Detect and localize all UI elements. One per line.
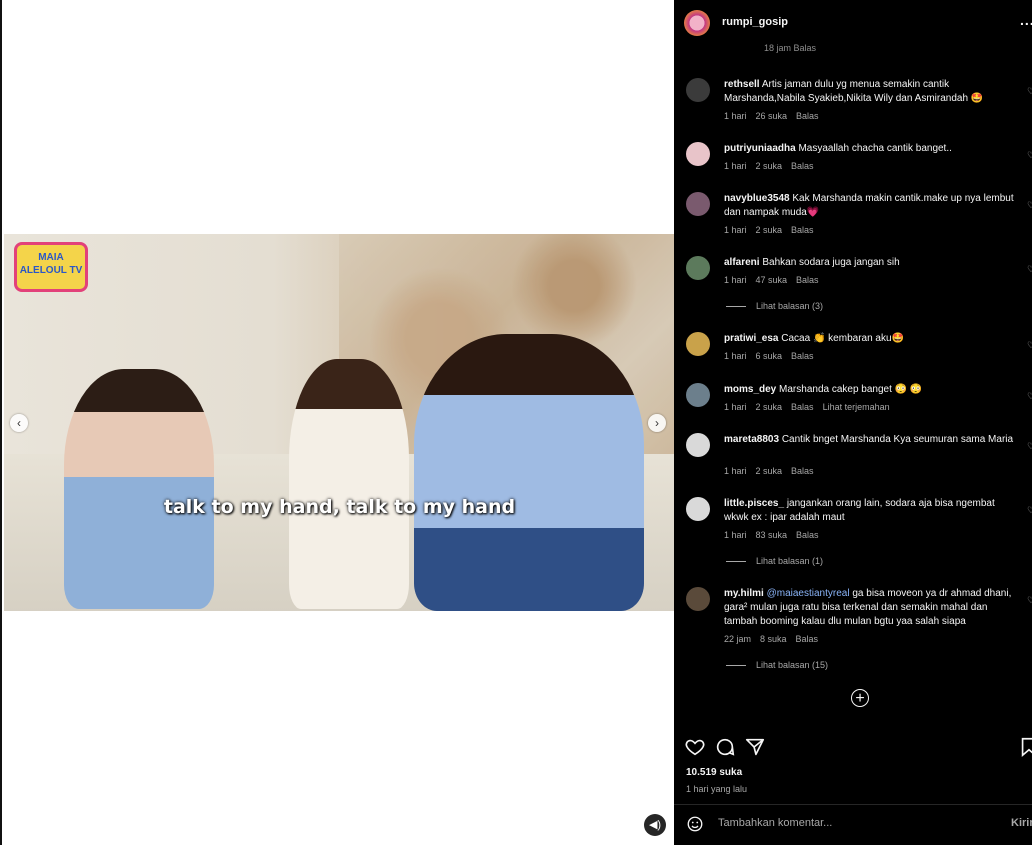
comment-button[interactable]: [714, 736, 736, 758]
like-button[interactable]: [684, 736, 706, 758]
comment-username[interactable]: pratiwi_esa: [724, 333, 778, 344]
avatar[interactable]: [686, 383, 710, 407]
reply-button[interactable]: Balas: [791, 161, 814, 171]
like-comment-heart-icon[interactable]: ♡: [1027, 340, 1032, 351]
comment-username[interactable]: navyblue3548: [724, 193, 790, 204]
comment-username[interactable]: putriyuniaadha: [724, 143, 796, 154]
more-options-icon[interactable]: ...: [1020, 12, 1032, 28]
like-comment-heart-icon[interactable]: ♡: [1027, 264, 1032, 275]
comments-panel: rumpi_gosip ... 18 jam Balas rethsell Ar…: [674, 0, 1032, 845]
post-date: 1 hari yang lalu: [686, 784, 748, 794]
comment-meta: 1 hari 26 suka Balas: [724, 111, 819, 121]
comment-meta: 1 hari 83 suka Balas: [724, 530, 819, 540]
comment-text: Cantik bnget Marshanda Kya seumuran sama…: [781, 434, 1014, 445]
post-comment-button[interactable]: Kirim: [1011, 817, 1032, 829]
paper-plane-icon: [745, 738, 765, 756]
comment-username[interactable]: mareta8803: [724, 434, 779, 445]
video-subtitle: talk to my hand, talk to my hand: [163, 496, 516, 518]
comment-meta: 1 hari 2 suka Balas: [724, 225, 814, 235]
avatar[interactable]: [686, 332, 710, 356]
reply-button[interactable]: Balas: [791, 466, 814, 476]
smiley-icon: [687, 816, 703, 832]
like-comment-heart-icon[interactable]: ♡: [1027, 441, 1032, 452]
reply-button[interactable]: Balas: [791, 402, 814, 412]
comment-username[interactable]: moms_dey: [724, 384, 776, 395]
bookmark-icon: [1021, 737, 1032, 758]
speaker-icon: ◀): [648, 819, 662, 831]
prev-slide-button[interactable]: ‹: [10, 414, 28, 432]
reply-button[interactable]: Balas: [796, 275, 819, 285]
avatar[interactable]: [686, 497, 710, 521]
like-comment-heart-icon[interactable]: ♡: [1027, 595, 1032, 606]
reply-button[interactable]: Balas: [796, 530, 819, 540]
translate-button[interactable]: Lihat terjemahan: [823, 402, 890, 412]
mute-button[interactable]: ◀): [644, 814, 666, 836]
comment-meta: 1 hari 47 suka Balas: [724, 275, 819, 285]
partial-comment-meta: 18 jam Balas: [764, 43, 817, 53]
like-comment-heart-icon[interactable]: ♡: [1027, 150, 1032, 161]
comment-text: Bahkan sodara juga jangan sih: [762, 257, 900, 268]
author-avatar[interactable]: [684, 10, 710, 36]
share-button[interactable]: [744, 736, 766, 758]
avatar[interactable]: [686, 433, 710, 457]
comment-username[interactable]: little.pisces_: [724, 498, 784, 509]
channel-logo: MAIA ALELOUL TV: [14, 242, 88, 292]
comment-username[interactable]: rethsell: [724, 79, 760, 90]
comment-meta: 1 hari 2 suka Balas: [724, 161, 814, 171]
avatar[interactable]: [686, 78, 710, 102]
heart-icon: [685, 739, 705, 756]
comment-text: Cacaa 👏 kembaran aku🤩: [781, 333, 904, 344]
divider: [674, 804, 1032, 805]
emoji-button[interactable]: [686, 815, 704, 833]
person-middle: [289, 359, 409, 609]
author-username[interactable]: rumpi_gosip: [722, 16, 788, 28]
comment-icon: [716, 738, 735, 756]
person-left: [64, 369, 214, 609]
avatar[interactable]: [686, 256, 710, 280]
next-slide-button[interactable]: ›: [648, 414, 666, 432]
reply-button[interactable]: Balas: [796, 634, 819, 644]
comment-text: Masyaallah chacha cantik banget..: [798, 143, 952, 154]
comment-input[interactable]: [716, 816, 970, 830]
person-right: [414, 334, 644, 611]
media-viewer: MAIA ALELOUL TV talk to my hand, talk to…: [0, 0, 675, 845]
like-comment-heart-icon[interactable]: ♡: [1027, 200, 1032, 211]
video-player[interactable]: MAIA ALELOUL TV talk to my hand, talk to…: [4, 234, 675, 611]
view-replies-button[interactable]: Lihat balasan (3): [726, 301, 823, 311]
comment-meta: 22 jam 8 suka Balas: [724, 634, 819, 644]
view-replies-button[interactable]: Lihat balasan (15): [726, 660, 828, 670]
comment-meta: 1 hari 6 suka Balas: [724, 351, 814, 361]
plus-circle-icon: +: [855, 690, 865, 707]
reply-button[interactable]: Balas: [791, 351, 814, 361]
like-comment-heart-icon[interactable]: ♡: [1027, 86, 1032, 97]
like-comment-heart-icon[interactable]: ♡: [1027, 505, 1032, 516]
post-header: rumpi_gosip ... 18 jam Balas: [674, 0, 1032, 53]
avatar[interactable]: [686, 192, 710, 216]
reply-button[interactable]: Balas: [791, 225, 814, 235]
avatar[interactable]: [686, 142, 710, 166]
avatar[interactable]: [686, 587, 710, 611]
comment-username[interactable]: alfareni: [724, 257, 760, 268]
chevron-left-icon: ‹: [17, 416, 21, 430]
comment-meta: 1 hari 2 suka Balas Lihat terjemahan: [724, 402, 890, 412]
load-more-comments-button[interactable]: +: [851, 689, 869, 707]
post-actions: [684, 736, 1032, 758]
reply-button[interactable]: Balas: [796, 111, 819, 121]
likes-count[interactable]: 10.519 suka: [686, 767, 742, 778]
view-replies-button[interactable]: Lihat balasan (1): [726, 556, 823, 566]
comment-mention[interactable]: @maiaestiantyreal: [767, 588, 850, 599]
comment-username[interactable]: my.hilmi: [724, 588, 764, 599]
chevron-right-icon: ›: [655, 416, 659, 430]
add-comment-bar: Kirim: [674, 806, 1032, 845]
like-comment-heart-icon[interactable]: ♡: [1027, 391, 1032, 402]
comment-text: Marshanda cakep banget 😳 😳: [779, 384, 923, 395]
save-button[interactable]: [1018, 736, 1032, 758]
comment-meta: 1 hari 2 suka Balas: [724, 466, 814, 476]
comment-text: Artis jaman dulu yg menua semakin cantik…: [724, 79, 984, 104]
